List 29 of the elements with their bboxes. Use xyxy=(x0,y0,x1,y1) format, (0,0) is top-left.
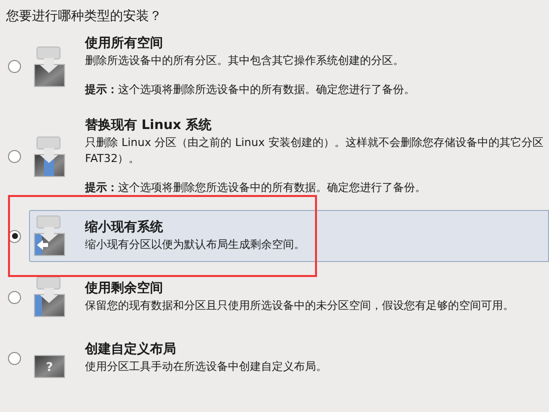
option-description: 使用分区工具手动在所选设备中创建自定义布局。 xyxy=(85,359,327,375)
hint-text: 这个选项将删除所选设备中的所有数据。确定您进行了备份。 xyxy=(118,82,415,98)
hint-text: 这个选项将删除您所选设备中的所有数据。确定您进行了备份。 xyxy=(118,180,426,196)
disk-layout-icon xyxy=(33,215,66,257)
hint-label: 提示： xyxy=(85,180,118,196)
option-title: 使用剩余空间 xyxy=(85,280,164,298)
question-heading: 您要进行哪种类型的安装？ xyxy=(5,8,163,26)
option-title: 替换现有 Linux 系统 xyxy=(85,117,213,135)
option-title: 创建自定义布局 xyxy=(85,341,177,359)
hint-label: 提示： xyxy=(85,82,118,98)
option-panel[interactable]: 替换现有 Linux 系统 只删除 Linux 分区（由之前的 Linux 安装创建的）。这样就不会删除您存储设备中的其它分区 FAT32）。 提示：这个选项将删除您所选设备中的所有数据。确定您进行了备份。 xyxy=(29,112,549,201)
option-panel[interactable]: 使用剩余空间 保留您的现有数据和分区且只使用所选设备中的未分区空间，假设您有足够的空间可用。 xyxy=(29,271,549,323)
option-title: 使用所有空间 xyxy=(85,35,164,53)
option-panel[interactable]: 使用所有空间 删除所选设备中的所有分区。其中包含其它操作系统创建的分区。 提示：这个选项将删除所选设备中的所有数据。确定您进行了备份。 xyxy=(29,30,549,103)
disk-layout-icon xyxy=(33,136,66,178)
option-description: 只删除 Linux 分区（由之前的 Linux 安装创建的）。这样就不会删除您存储设备中的其它分区 xyxy=(85,135,544,151)
radio-button[interactable] xyxy=(8,60,21,73)
option-title: 缩小现有系统 xyxy=(85,219,164,237)
option-description: 缩小现有分区以便为默认布局生成剩余空间。 xyxy=(85,237,305,253)
option-panel[interactable]: ? 创建自定义布局 使用分区工具手动在所选设备中创建自定义布局。 xyxy=(29,332,549,384)
radio-button[interactable] xyxy=(8,352,21,364)
option-description: 保留您的现有数据和分区且只使用所选设备中的未分区空间，假设您有足够的空间可用。 xyxy=(85,298,514,314)
disk-layout-icon xyxy=(33,46,66,88)
selected-option-panel[interactable]: 缩小现有系统 缩小现有分区以便为默认布局生成剩余空间。 xyxy=(29,210,549,262)
disk-layout-icon xyxy=(33,276,66,318)
radio-button[interactable] xyxy=(8,150,21,163)
radio-button[interactable] xyxy=(8,290,21,304)
option-description: FAT32）。 xyxy=(85,151,141,167)
option-description: 删除所选设备中的所有分区。其中包含其它操作系统创建的分区。 xyxy=(85,53,405,69)
